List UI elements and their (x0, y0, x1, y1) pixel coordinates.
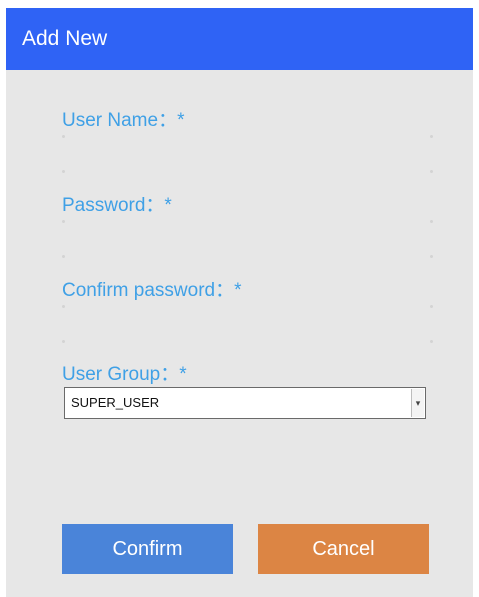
user-group-label: User Group：* (62, 364, 187, 385)
confirm-password-input-corner (430, 340, 433, 343)
username-label: User Name：* (62, 110, 185, 131)
password-input[interactable] (62, 219, 438, 259)
confirm-password-input-corner (62, 305, 65, 308)
dialog-title: Add New (6, 8, 473, 70)
confirm-password-input[interactable] (62, 304, 438, 344)
username-input[interactable] (62, 134, 438, 174)
user-group-selected-value: SUPER_USER (71, 395, 160, 410)
password-input-corner (62, 220, 65, 223)
confirm-password-input-corner (62, 340, 65, 343)
username-input-corner (62, 170, 65, 173)
confirm-password-label: Confirm password：* (62, 280, 242, 301)
add-new-dialog: Add New User Name：* Password：* Confirm p… (6, 8, 473, 597)
password-input-corner (430, 220, 433, 223)
password-input-corner (430, 255, 433, 258)
dropdown-arrow-icon[interactable]: ▾ (411, 389, 424, 417)
user-group-select[interactable]: SUPER_USER ▾ (64, 387, 426, 419)
password-input-corner (62, 255, 65, 258)
cancel-button[interactable]: Cancel (258, 524, 429, 574)
confirm-button[interactable]: Confirm (62, 524, 233, 574)
username-input-corner (430, 135, 433, 138)
password-label: Password：* (62, 195, 172, 216)
confirm-password-input-corner (430, 305, 433, 308)
username-input-corner (62, 135, 65, 138)
username-input-corner (430, 170, 433, 173)
